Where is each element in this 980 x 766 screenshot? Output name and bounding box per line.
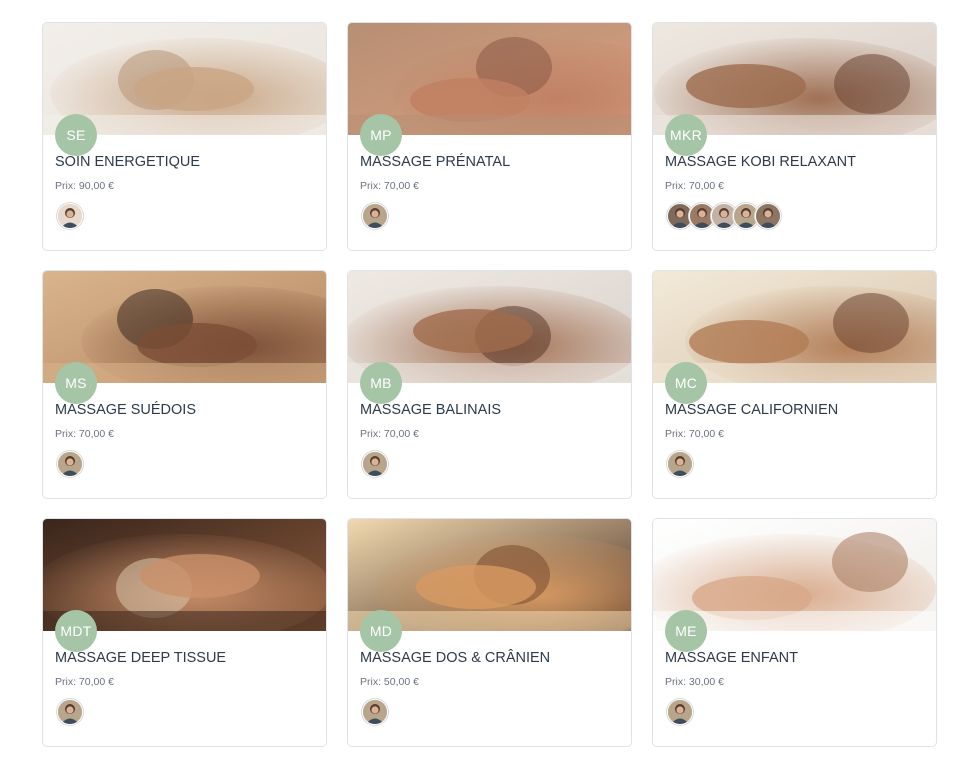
service-card[interactable]: MP MASSAGE PRÉNATAL Prix: 70,00 € bbox=[347, 22, 632, 251]
service-price: Prix: 70,00 € bbox=[55, 676, 114, 688]
practitioner-avatar-icon[interactable] bbox=[57, 203, 83, 229]
practitioner-avatars bbox=[667, 451, 693, 477]
practitioner-avatar-icon[interactable] bbox=[57, 699, 83, 725]
services-grid: SE SOIN ENERGETIQUE Prix: 90,00 € MP MASSAG… bbox=[42, 22, 937, 747]
service-price: Prix: 30,00 € bbox=[665, 676, 724, 688]
practitioner-avatar-icon[interactable] bbox=[362, 451, 388, 477]
service-title[interactable]: MASSAGE SUÉDOIS bbox=[55, 402, 196, 418]
practitioner-avatars bbox=[362, 203, 388, 229]
practitioner-avatars bbox=[57, 203, 83, 229]
service-card[interactable]: SE SOIN ENERGETIQUE Prix: 90,00 € bbox=[42, 22, 327, 251]
service-initials-badge: MKR bbox=[665, 114, 707, 156]
practitioner-avatars bbox=[667, 203, 781, 229]
practitioner-avatar-icon[interactable] bbox=[667, 451, 693, 477]
practitioner-avatar-icon[interactable] bbox=[57, 451, 83, 477]
service-card[interactable]: MKR MASSAGE KOBI RELAXANT Prix: 70,00 € bbox=[652, 22, 937, 251]
service-initials-badge: MD bbox=[360, 610, 402, 652]
service-title[interactable]: MASSAGE KOBI RELAXANT bbox=[665, 154, 856, 170]
service-title[interactable]: MASSAGE DOS & CRÂNIEN bbox=[360, 650, 550, 666]
practitioner-avatars bbox=[57, 451, 83, 477]
service-initials-badge: MDT bbox=[55, 610, 97, 652]
service-price: Prix: 70,00 € bbox=[360, 428, 419, 440]
service-title[interactable]: MASSAGE BALINAIS bbox=[360, 402, 501, 418]
service-card[interactable]: MB MASSAGE BALINAIS Prix: 70,00 € bbox=[347, 270, 632, 499]
service-price: Prix: 50,00 € bbox=[360, 676, 419, 688]
practitioner-avatar-icon[interactable] bbox=[362, 203, 388, 229]
service-card[interactable]: MD MASSAGE DOS & CRÂNIEN Prix: 50,00 € bbox=[347, 518, 632, 747]
service-price: Prix: 70,00 € bbox=[55, 428, 114, 440]
service-initials-badge: MC bbox=[665, 362, 707, 404]
service-title[interactable]: MASSAGE ENFANT bbox=[665, 650, 798, 666]
service-title[interactable]: MASSAGE PRÉNATAL bbox=[360, 154, 510, 170]
service-price: Prix: 70,00 € bbox=[665, 180, 724, 192]
practitioner-avatars bbox=[362, 699, 388, 725]
practitioner-avatars bbox=[362, 451, 388, 477]
service-card[interactable]: ME MASSAGE ENFANT Prix: 30,00 € bbox=[652, 518, 937, 747]
service-card[interactable]: MC MASSAGE CALIFORNIEN Prix: 70,00 € bbox=[652, 270, 937, 499]
practitioner-avatars bbox=[57, 699, 83, 725]
practitioner-avatar-icon[interactable] bbox=[362, 699, 388, 725]
practitioner-avatar-icon[interactable] bbox=[755, 203, 781, 229]
practitioner-avatars bbox=[667, 699, 693, 725]
service-price: Prix: 90,00 € bbox=[55, 180, 114, 192]
service-title[interactable]: MASSAGE DEEP TISSUE bbox=[55, 650, 226, 666]
service-initials-badge: SE bbox=[55, 114, 97, 156]
service-price: Prix: 70,00 € bbox=[360, 180, 419, 192]
service-initials-badge: MS bbox=[55, 362, 97, 404]
service-card[interactable]: MS MASSAGE SUÉDOIS Prix: 70,00 € bbox=[42, 270, 327, 499]
service-initials-badge: MB bbox=[360, 362, 402, 404]
service-initials-badge: MP bbox=[360, 114, 402, 156]
practitioner-avatar-icon[interactable] bbox=[667, 699, 693, 725]
service-price: Prix: 70,00 € bbox=[665, 428, 724, 440]
service-initials-badge: ME bbox=[665, 610, 707, 652]
service-title[interactable]: MASSAGE CALIFORNIEN bbox=[665, 402, 838, 418]
service-card[interactable]: MDT MASSAGE DEEP TISSUE Prix: 70,00 € bbox=[42, 518, 327, 747]
service-title[interactable]: SOIN ENERGETIQUE bbox=[55, 154, 200, 170]
